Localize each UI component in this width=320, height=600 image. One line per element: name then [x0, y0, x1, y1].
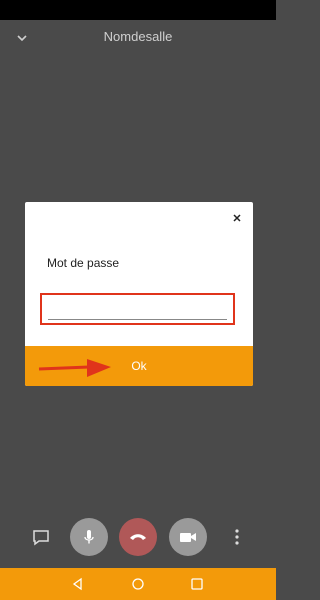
- hangup-button[interactable]: [119, 518, 157, 556]
- phone-hangup-icon: [130, 534, 146, 540]
- password-label: Mot de passe: [47, 256, 120, 270]
- microphone-button[interactable]: [70, 518, 108, 556]
- status-bar: [0, 0, 276, 20]
- close-icon[interactable]: [229, 210, 245, 226]
- arrow-annotation-icon: [37, 353, 117, 383]
- top-bar: Nomdesalle: [0, 20, 276, 56]
- more-vertical-icon[interactable]: [230, 526, 244, 548]
- navigation-bar: [0, 568, 276, 600]
- chat-icon[interactable]: [30, 526, 52, 548]
- room-title: Nomdesalle: [103, 29, 173, 44]
- microphone-icon: [84, 530, 94, 544]
- call-controls: [0, 516, 276, 558]
- password-input[interactable]: [48, 301, 227, 320]
- video-button[interactable]: [169, 518, 207, 556]
- recents-icon[interactable]: [189, 576, 205, 592]
- password-field-highlight: [40, 293, 235, 325]
- home-icon[interactable]: [130, 576, 146, 592]
- back-icon[interactable]: [70, 576, 86, 592]
- video-camera-icon: [180, 533, 196, 542]
